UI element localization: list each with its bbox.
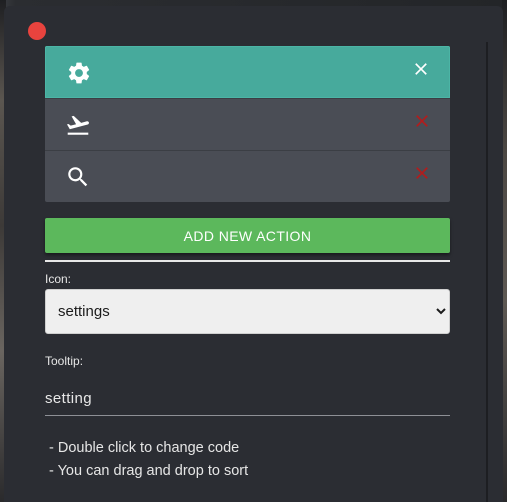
search-icon bbox=[68, 167, 88, 187]
airplane-takeoff-icon bbox=[66, 115, 89, 135]
close-window-button[interactable] bbox=[28, 22, 46, 40]
delete-action-icon[interactable] bbox=[411, 59, 431, 79]
add-new-action-button[interactable]: ADD NEW ACTION bbox=[45, 218, 450, 253]
help-text-line-1: - Double click to change code bbox=[49, 440, 240, 456]
icon-field-label: Icon: bbox=[45, 272, 72, 286]
tooltip-field-label: Tooltip: bbox=[45, 354, 84, 368]
action-list bbox=[45, 46, 450, 202]
action-row-search[interactable] bbox=[45, 150, 450, 202]
icon-select[interactable]: settings bbox=[45, 289, 450, 334]
help-text-line-2: - You can drag and drop to sort bbox=[49, 463, 249, 479]
scrollbar-track[interactable] bbox=[486, 42, 488, 502]
tooltip-input[interactable] bbox=[45, 382, 450, 416]
delete-action-icon[interactable] bbox=[412, 163, 432, 183]
gear-icon bbox=[68, 62, 90, 84]
action-row-flight-takeoff[interactable] bbox=[45, 98, 450, 150]
divider bbox=[45, 260, 450, 262]
delete-action-icon[interactable] bbox=[412, 111, 432, 131]
action-row-settings[interactable] bbox=[45, 46, 450, 98]
